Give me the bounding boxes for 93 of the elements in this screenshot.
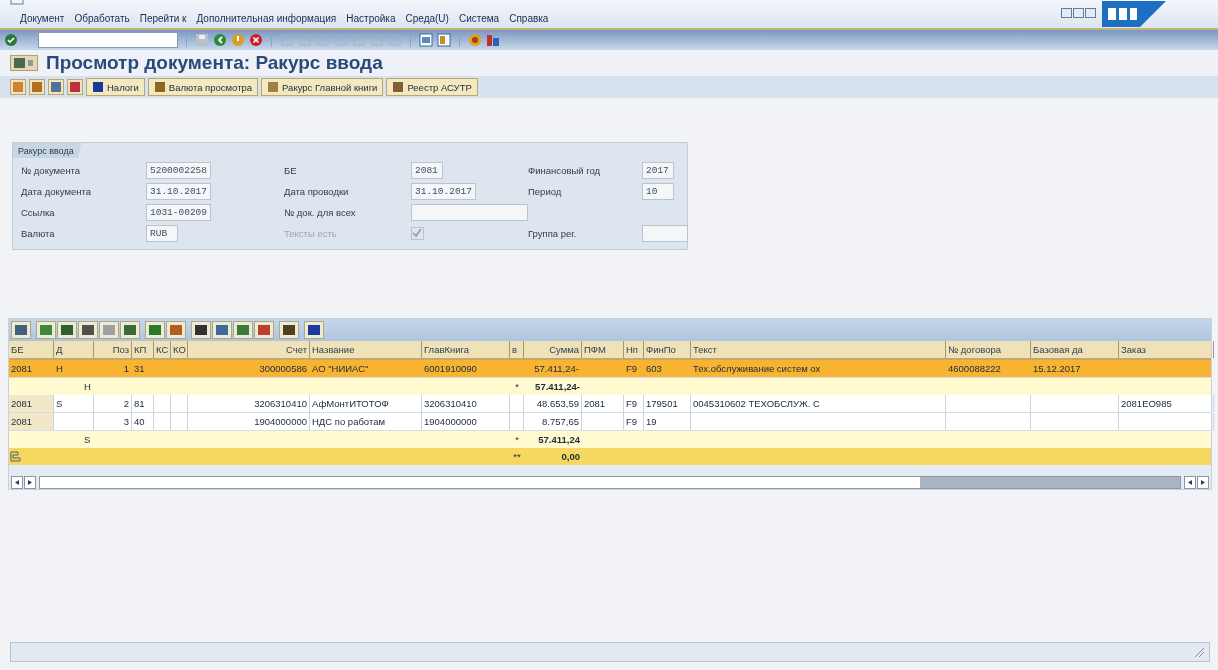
column-header[interactable]: Нп	[624, 341, 644, 358]
total-amount: 0,00	[560, 450, 581, 464]
field-value: 31.10.2017	[411, 182, 476, 200]
column-header[interactable]: ГлавКнига	[422, 341, 510, 358]
table-cell-text: Тех.обслуживание систем ох	[692, 362, 822, 376]
total-marker: *	[514, 433, 520, 447]
table-cell: 40	[132, 413, 154, 430]
table-cell: 179501	[644, 395, 691, 412]
column-header[interactable]: БЕ	[9, 341, 54, 358]
field-label: Тексты есть	[284, 227, 338, 239]
table-cell: 1904000000	[188, 413, 310, 430]
field-value: 10	[642, 182, 674, 200]
field-label: Ссылка	[21, 206, 56, 218]
table-cell: 2	[94, 395, 132, 412]
table-cell: 2081EO985	[1119, 395, 1214, 412]
menu-item[interactable]: Документ	[20, 13, 65, 24]
column-header[interactable]: в	[510, 341, 524, 358]
field-label: Валюта	[21, 227, 56, 239]
menu-item[interactable]: Справка	[509, 13, 549, 24]
column-header[interactable]: Название	[310, 341, 422, 358]
table-cell: F9	[624, 413, 644, 430]
table-cell-text: 603	[645, 362, 663, 376]
table-cell-text: 57.411,24-	[533, 362, 580, 376]
menu-item[interactable]: Настройка	[346, 13, 396, 24]
menu-item[interactable]: Система	[458, 13, 500, 24]
table-cell: 2081	[9, 413, 54, 430]
toolbar-button[interactable]: Реестр АСУТР	[386, 78, 478, 96]
screen-title: Просмотр документа: Ракурс ввода	[46, 52, 383, 74]
field-value: 2017	[642, 161, 674, 179]
table-cell: НДС по работам	[310, 413, 422, 430]
table-cell-text: 15.12.2017	[1032, 362, 1082, 376]
field-label: Дата документа	[21, 185, 92, 197]
column-header[interactable]: Сумма	[524, 341, 582, 358]
column-header[interactable]: ПФМ	[582, 341, 624, 358]
table-cell: 1904000000	[422, 413, 510, 430]
column-header[interactable]: Счет	[188, 341, 310, 358]
table-cell-text: Н	[55, 362, 64, 376]
field-value: 31.10.2017	[146, 182, 211, 200]
table-cell: 2081	[9, 395, 54, 412]
table-cell: 2081	[582, 395, 624, 412]
table-cell: 3206310410	[188, 395, 310, 412]
table-cell-text: 2081	[10, 362, 34, 376]
column-header[interactable]: КС	[154, 341, 171, 358]
field-label: № документа	[21, 164, 82, 176]
table-cell: 8.757,65	[524, 413, 582, 430]
field-value: RUB	[146, 224, 178, 242]
table-cell: АфМонтИТОТОФ	[310, 395, 422, 412]
field-label: Период	[528, 185, 563, 197]
field-label: БЕ	[284, 164, 298, 176]
table-cell-text: 4600088222	[947, 362, 1002, 376]
column-header[interactable]: КО	[171, 341, 188, 358]
table-cell: 19	[644, 413, 691, 430]
column-header[interactable]: Текст	[691, 341, 946, 358]
menu-item[interactable]: Среда(U)	[405, 13, 449, 24]
row-label: Н	[84, 380, 91, 394]
field-value: 5200002258	[146, 161, 211, 179]
column-header[interactable]: Заказ	[1119, 341, 1214, 358]
table-cell-text: 1	[122, 362, 130, 376]
table-cell-text: 31	[133, 362, 146, 376]
field-value: 1031-00209	[146, 203, 211, 221]
table-cell-text: АО "НИИАС"	[311, 362, 370, 376]
menu-item[interactable]: Перейти к	[139, 13, 187, 24]
column-header[interactable]: № договора	[946, 341, 1031, 358]
column-header[interactable]: Базовая да	[1031, 341, 1119, 358]
table-cell-text: 300000586	[258, 362, 308, 376]
table-cell: 0045310602 ТЕХОБСЛУЖ. С	[691, 395, 946, 412]
field-label: № док. для всех	[284, 206, 357, 218]
table-cell: 3206310410	[422, 395, 510, 412]
table-cell: 3	[94, 413, 132, 430]
menu-item[interactable]: Дополнительная информация	[196, 13, 337, 24]
table-cell: 81	[132, 395, 154, 412]
column-header[interactable]: ФинПо	[644, 341, 691, 358]
field-value: 2081	[411, 161, 443, 179]
row-label: S	[84, 433, 91, 447]
table-cell-text: F9	[625, 362, 639, 376]
field-label: Дата проводки	[284, 185, 350, 197]
column-header[interactable]: Д	[54, 341, 94, 358]
table-cell: S	[54, 395, 94, 412]
total-marker: *	[514, 380, 520, 394]
table-cell: F9	[624, 395, 644, 412]
table-cell: 48.653,59	[524, 395, 582, 412]
toolbar-button[interactable]: Валюта просмотра	[147, 78, 259, 96]
menu-item[interactable]: Обработать	[74, 13, 130, 24]
field-label: Финансовый год	[528, 164, 602, 176]
total-marker: **	[512, 450, 522, 464]
column-header[interactable]: Поз	[94, 341, 132, 358]
total-amount: 57.411,24	[537, 433, 581, 447]
column-header[interactable]: КП	[132, 341, 154, 358]
toolbar-button[interactable]: Ракурс Главной книги	[261, 78, 384, 96]
table-cell-text: 6001910090	[423, 362, 478, 376]
toolbar-button[interactable]: Налоги	[86, 78, 145, 96]
total-amount: 57.411,24-	[534, 380, 581, 394]
field-label: Группа рег.	[528, 227, 578, 239]
